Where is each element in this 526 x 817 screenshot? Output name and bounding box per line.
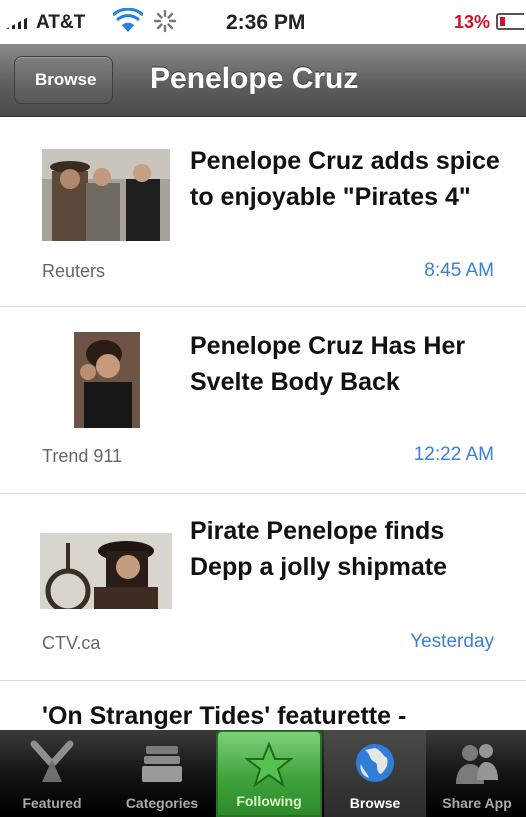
tab-label: Categories: [125, 795, 199, 811]
tab-following[interactable]: Following: [216, 730, 322, 817]
star-icon: [245, 742, 293, 788]
people-icon: [456, 744, 498, 784]
article-headline: Penelope Cruz Has Her Svelte Body Back: [190, 332, 466, 396]
signal-icon: [6, 15, 32, 29]
tab-label: Browse: [349, 795, 401, 811]
featured-icon: [30, 740, 74, 782]
tab-share-app[interactable]: Share App: [428, 730, 526, 817]
tab-label: Share App: [442, 795, 512, 811]
article-headline: Penelope Cruz adds spice to enjoyable "P…: [190, 147, 500, 211]
article-headline: Pirate Penelope finds Depp a jolly shipm…: [190, 517, 448, 581]
list-item[interactable]: Pirate Penelope finds Depp a jolly shipm…: [0, 493, 526, 681]
article-thumbnail: [74, 332, 140, 428]
article-source: Reuters: [42, 261, 106, 281]
globe-icon: [356, 744, 394, 782]
article-time: 12:22 AM: [413, 444, 494, 465]
article-source: CTV.ca: [42, 633, 101, 653]
tab-label: Featured: [22, 795, 82, 811]
activity-spinner-icon: [153, 9, 177, 33]
article-list[interactable]: Penelope Cruz adds spice to enjoyable "P…: [0, 117, 526, 730]
article-headline[interactable]: 'On Stranger Tides' featurette -: [42, 702, 406, 730]
back-button[interactable]: Browse: [14, 56, 114, 104]
navigation-bar: Browse Penelope Cruz: [0, 44, 526, 117]
article-source: Trend 911: [42, 446, 123, 466]
tab-label: Following: [236, 793, 302, 809]
categories-icon: [142, 746, 182, 782]
carrier: AT&T: [6, 12, 85, 34]
article-time: Yesterday: [410, 631, 494, 652]
list-item[interactable]: Penelope Cruz adds spice to enjoyable "P…: [0, 117, 526, 307]
page-title: Penelope Cruz: [150, 62, 359, 95]
article-thumbnail: [42, 149, 170, 241]
tab-browse[interactable]: Browse: [324, 730, 426, 817]
list-item[interactable]: Penelope Cruz Has Her Svelte Body Back T…: [0, 306, 526, 494]
tab-categories[interactable]: Categories: [110, 730, 214, 817]
article-time: 8:45 AM: [424, 260, 494, 281]
battery-percent: 13%: [454, 12, 491, 32]
tab-bar: Featured Categories Following Browse Sha…: [0, 730, 526, 817]
status-time: 2:36 PM: [226, 11, 306, 34]
article-thumbnail: [40, 533, 172, 609]
tab-featured[interactable]: Featured: [0, 730, 104, 817]
wifi-icon: [113, 8, 143, 32]
carrier-label: AT&T: [36, 12, 86, 33]
battery-icon: [496, 13, 524, 30]
status-bar: AT&T 2:36 PM 13%: [0, 0, 526, 44]
